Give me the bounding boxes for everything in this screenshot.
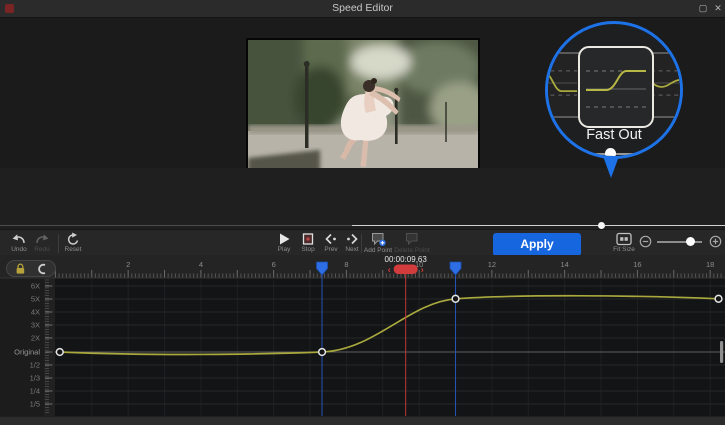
ruler-number: 12: [488, 260, 496, 269]
vertical-scrollbar-handle[interactable]: [720, 341, 723, 363]
timeline-zoom-handle[interactable]: [686, 237, 695, 246]
preset-scrollbar-fill: [352, 225, 725, 226]
speed-label-2x: 2X: [31, 334, 40, 343]
close-button[interactable]: ✕: [711, 2, 725, 15]
ruler-number: 18: [706, 260, 714, 269]
speed-curve-editor[interactable]: 246810121416186X5X4X3X2XOriginal1/21/31/…: [0, 255, 725, 425]
zoom-in-icon[interactable]: [709, 235, 722, 248]
playhead-step-left[interactable]: ‹: [388, 265, 391, 275]
curve-control-point[interactable]: [715, 295, 722, 302]
speed-label-1-5: 1/5: [30, 400, 40, 409]
apply-button[interactable]: Apply: [493, 233, 581, 256]
next-icon: [344, 232, 360, 246]
magnified-preset-label: Fast Out: [548, 127, 680, 143]
magnified-scrollbar-handle: [605, 148, 616, 159]
delete-point-button[interactable]: Delete Point: [394, 231, 430, 257]
snap-magnet-icon[interactable]: [35, 263, 48, 275]
video-scene: [248, 40, 478, 180]
speed-label-original: Original: [14, 348, 40, 357]
speed-label-5x: 5X: [31, 295, 40, 304]
redo-icon: [34, 232, 50, 246]
speed-label-1-4: 1/4: [30, 387, 40, 396]
window-title: Speed Editor: [0, 2, 725, 14]
fit-size-button[interactable]: Fit Size: [606, 231, 642, 257]
video-preview: [246, 38, 480, 182]
zoom-out-icon[interactable]: [639, 235, 652, 248]
speed-label-6x: 6X: [31, 282, 40, 291]
timeline-tools-pill: [6, 260, 56, 277]
preset-scrollbar-handle[interactable]: [598, 222, 605, 229]
timeline-zoom-slider[interactable]: [657, 241, 702, 243]
ruler-number: 14: [560, 260, 568, 269]
magnifier-callout: Fast Out: [545, 21, 683, 159]
speed-label-1-2: 1/2: [30, 361, 40, 370]
magnified-preset-thumbnail: [578, 46, 654, 128]
add-point-icon: [370, 232, 387, 247]
reset-button[interactable]: Reset: [55, 231, 91, 257]
lock-icon[interactable]: [14, 263, 27, 275]
ruler-number: 4: [199, 260, 203, 269]
delete-point-icon: [404, 232, 421, 247]
speed-label-3x: 3X: [31, 321, 40, 330]
speed-editor-window: Speed Editor ▢ ✕: [0, 0, 725, 425]
add-point-button[interactable]: Add Point: [360, 231, 396, 257]
reset-icon: [65, 232, 81, 246]
curve-control-point[interactable]: [56, 349, 63, 356]
curve-control-point[interactable]: [319, 349, 326, 356]
speed-label-4x: 4X: [31, 308, 40, 317]
playhead-timestamp: 00:00:09.63: [385, 255, 428, 264]
playhead-step-right[interactable]: ›: [421, 265, 424, 275]
ruler-number: 2: [126, 260, 130, 269]
title-bar: Speed Editor ▢ ✕: [0, 0, 725, 18]
ruler-number: 8: [344, 260, 348, 269]
curve-control-point[interactable]: [452, 295, 459, 302]
speed-label-1-3: 1/3: [30, 374, 40, 383]
ruler-number: 6: [272, 260, 276, 269]
ruler-number: 16: [633, 260, 641, 269]
maximize-button[interactable]: ▢: [696, 2, 710, 15]
fit-size-icon: [616, 232, 632, 246]
